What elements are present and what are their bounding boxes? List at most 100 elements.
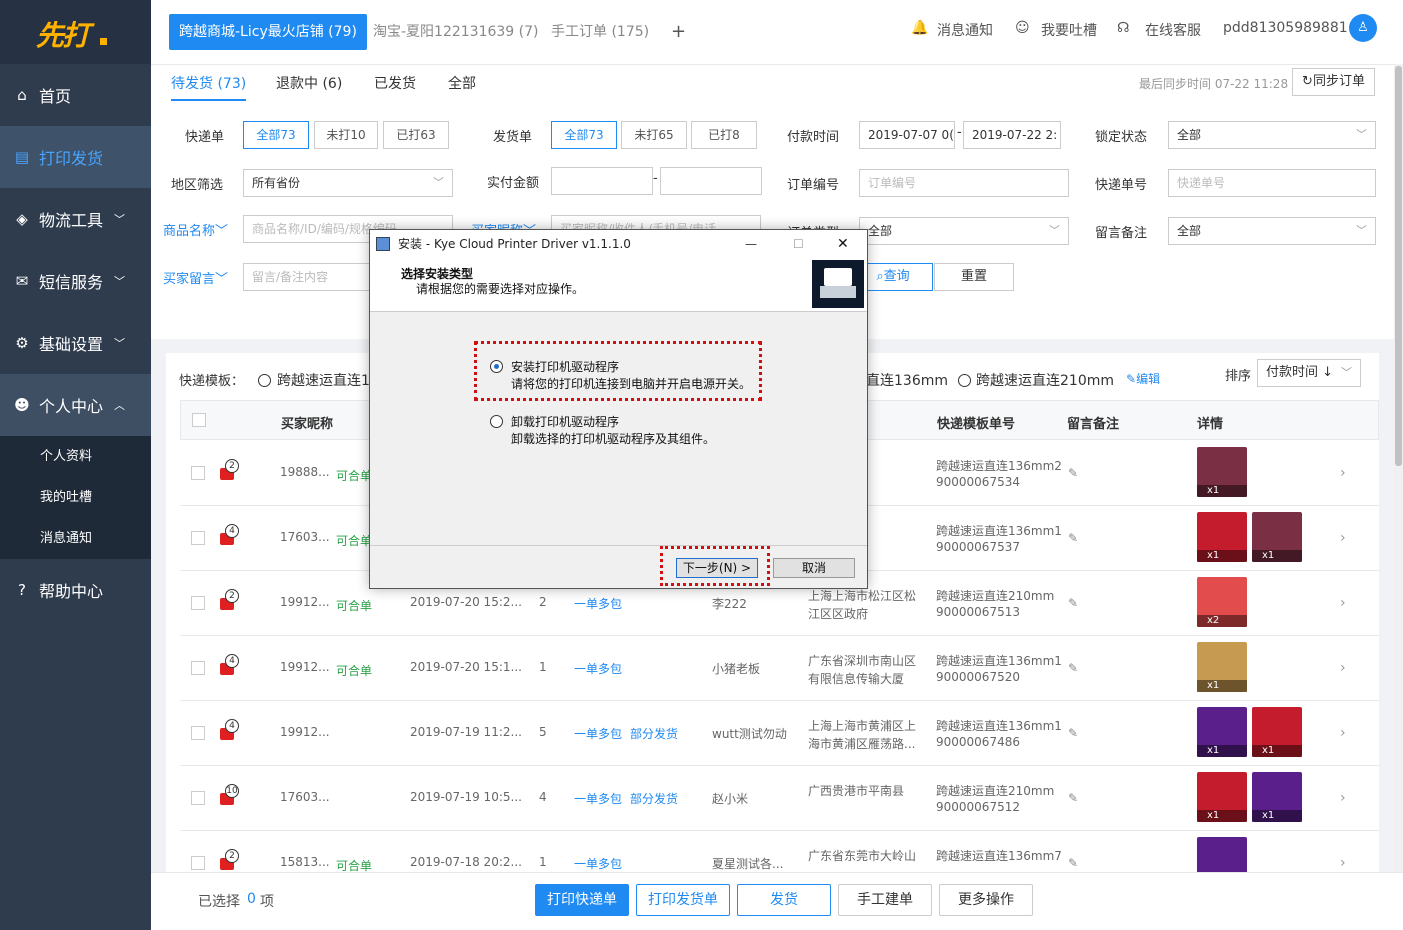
partial-ship-link[interactable]: 部分发货 (630, 725, 678, 742)
cancel-button[interactable]: 取消 (773, 558, 855, 578)
edit-remark-icon[interactable]: ✎ (1068, 596, 1078, 610)
edit-remark-icon[interactable]: ✎ (1068, 531, 1078, 545)
sub-feedback[interactable]: 我的吐槽 (0, 477, 151, 518)
print-express-button[interactable]: 打印快递单 (535, 884, 629, 916)
tab-pending[interactable]: 待发货 (73) (171, 73, 247, 101)
chevron-right-icon[interactable]: › (1340, 855, 1346, 871)
express-all-button[interactable]: 全部73 (243, 121, 309, 149)
row-checkbox[interactable] (191, 661, 205, 675)
install-radio[interactable] (490, 360, 503, 373)
product-thumbnail[interactable]: x1 (1252, 772, 1302, 822)
table-row[interactable]: 10 17603... 2019-07-19 10:5... 4 一单多包 部分发货 赵小米… (180, 766, 1379, 831)
row-checkbox[interactable] (191, 466, 205, 480)
lock-status-select[interactable]: 全部 ﹀ (1168, 121, 1376, 149)
row-checkbox[interactable] (191, 596, 205, 610)
chevron-right-icon[interactable]: › (1340, 790, 1346, 806)
amount-min-input[interactable] (551, 167, 653, 195)
product-thumbnail[interactable]: x1 (1197, 772, 1247, 822)
multi-package-link[interactable]: 一单多包 (574, 855, 622, 872)
shop-tab-manual[interactable]: 手工订单 (175) (541, 14, 659, 50)
mergeable-tag[interactable]: 可合单 (336, 467, 372, 484)
tab-shipped[interactable]: 已发货 (374, 73, 416, 99)
order-no-input[interactable]: 订单编号 (859, 169, 1069, 197)
chevron-right-icon[interactable]: › (1340, 725, 1346, 741)
mergeable-tag[interactable]: 可合单 (336, 532, 372, 549)
tracking-no-input[interactable]: 快递单号 (1168, 169, 1376, 197)
ship-printed-button[interactable]: 已打8 (691, 121, 757, 149)
edit-remark-icon[interactable]: ✎ (1068, 661, 1078, 675)
uninstall-radio[interactable] (490, 415, 503, 428)
product-thumbnail[interactable]: x1 (1197, 707, 1247, 757)
shop-tab-kuayue[interactable]: 跨越商城-Licy最火店铺 (79) (169, 14, 367, 50)
row-checkbox[interactable] (191, 856, 205, 870)
multi-package-link[interactable]: 一单多包 (574, 595, 622, 612)
row-checkbox[interactable] (191, 791, 205, 805)
nav-settings[interactable]: ⚙ 基础设置 ﹀ (0, 312, 151, 374)
table-row[interactable]: 4 19912... 2019-07-19 11:2... 5 一单多包 部分发货 wutt… (180, 701, 1379, 766)
express-printed-button[interactable]: 已打63 (383, 121, 449, 149)
chevron-right-icon[interactable]: › (1340, 465, 1346, 481)
username[interactable]: pdd81305989881 (1223, 20, 1348, 36)
edit-remark-icon[interactable]: ✎ (1068, 791, 1078, 805)
remark-select[interactable]: 全部 ﹀ (1168, 217, 1376, 245)
buyer-message-dropdown[interactable]: 买家留言﹀ (163, 268, 228, 287)
scrollbar-thumb[interactable] (1395, 66, 1402, 466)
product-name-dropdown[interactable]: 商品名称﹀ (163, 220, 228, 239)
notify-link[interactable]: 消息通知 (937, 20, 993, 40)
product-thumbnail[interactable]: x1 (1252, 707, 1302, 757)
uninstall-option-title[interactable]: 卸载打印机驱动程序 (511, 413, 619, 430)
nav-personal[interactable]: ☻ 个人中心 ︿ (0, 374, 151, 436)
ship-unprinted-button[interactable]: 未打65 (621, 121, 687, 149)
multi-package-link[interactable]: 一单多包 (574, 725, 622, 742)
product-thumbnail[interactable]: x1 (1197, 512, 1247, 562)
service-link[interactable]: 在线客服 (1145, 20, 1201, 40)
sub-profile[interactable]: 个人资料 (0, 436, 151, 477)
chevron-right-icon[interactable]: › (1340, 530, 1346, 546)
partial-ship-link[interactable]: 部分发货 (630, 790, 678, 807)
row-checkbox[interactable] (191, 726, 205, 740)
mergeable-tag[interactable]: 可合单 (336, 597, 372, 614)
multi-package-link[interactable]: 一单多包 (574, 790, 622, 807)
ship-all-button[interactable]: 全部73 (551, 121, 617, 149)
table-row[interactable]: 4 19912... 可合单 2019-07-20 15:1... 1 一单多包 小猪老板 广… (180, 636, 1379, 701)
maximize-button[interactable]: ☐ (793, 230, 804, 258)
chevron-right-icon[interactable]: › (1340, 595, 1346, 611)
amount-max-input[interactable] (660, 167, 762, 195)
sync-orders-button[interactable]: ↻同步订单 (1292, 68, 1375, 96)
avatar[interactable]: ♙ (1349, 14, 1377, 42)
multi-package-link[interactable]: 一单多包 (574, 660, 622, 677)
feedback-link[interactable]: 我要吐槽 (1041, 20, 1097, 40)
shop-tab-taobao[interactable]: 淘宝-夏阳122131639 (7) (363, 14, 549, 50)
product-thumbnail[interactable]: x1 (1197, 642, 1247, 692)
smile-icon[interactable]: ☺ (1015, 20, 1030, 36)
sub-notify[interactable]: 消息通知 (0, 518, 151, 559)
mergeable-tag[interactable]: 可合单 (336, 662, 372, 679)
nav-logistics[interactable]: ◈ 物流工具 ﹀ (0, 188, 151, 250)
add-tab-button[interactable]: + (661, 14, 696, 50)
edit-remark-icon[interactable]: ✎ (1068, 856, 1078, 870)
manual-order-button[interactable]: 手工建单 (838, 884, 932, 916)
nav-home[interactable]: ⌂ 首页 (0, 64, 151, 126)
edit-remark-icon[interactable]: ✎ (1068, 466, 1078, 480)
product-thumbnail[interactable]: x1 (1197, 447, 1247, 497)
express-unprinted-button[interactable]: 未打10 (314, 121, 378, 149)
region-select[interactable]: 所有省份 ﹀ (243, 169, 453, 197)
install-option-title[interactable]: 安装打印机驱动程序 (511, 358, 619, 375)
headset-icon[interactable]: ☊ (1117, 20, 1129, 36)
next-button[interactable]: 下一步(N) > (676, 558, 758, 578)
row-checkbox[interactable] (191, 531, 205, 545)
tab-all[interactable]: 全部 (448, 73, 476, 99)
chevron-right-icon[interactable]: › (1340, 660, 1346, 676)
reset-button[interactable]: 重置 (934, 263, 1014, 291)
product-thumbnail[interactable] (1197, 837, 1247, 873)
ship-button[interactable]: 发货 (737, 884, 831, 916)
app-logo[interactable]: 先打 (0, 0, 151, 64)
product-thumbnail[interactable]: x1 (1252, 512, 1302, 562)
nav-help[interactable]: ? 帮助中心 (0, 559, 151, 621)
nav-print-ship[interactable]: ▤ 打印发货 (0, 126, 151, 188)
more-actions-button[interactable]: 更多操作 (939, 884, 1033, 916)
bell-icon[interactable]: 🔔 (911, 20, 928, 36)
close-button[interactable]: ✕ (837, 230, 849, 258)
order-type-select[interactable]: 全部 ﹀ (859, 217, 1069, 245)
mergeable-tag[interactable]: 可合单 (336, 857, 372, 873)
